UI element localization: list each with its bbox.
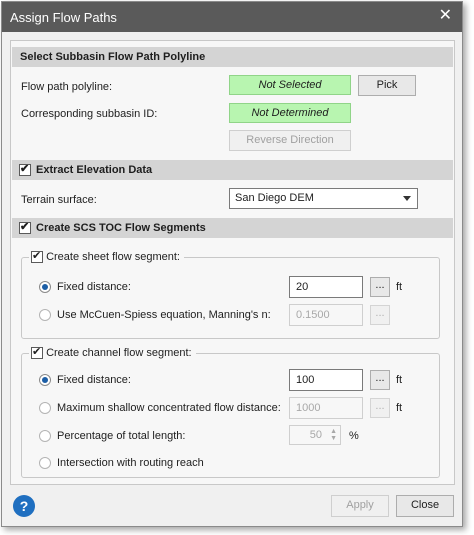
mccuen-spiess-radio[interactable] — [39, 309, 51, 321]
spin-up-icon[interactable]: ▲ — [330, 428, 337, 435]
sheet-fixed-browse-button[interactable]: ... — [370, 277, 390, 297]
channel-fixed-browse-button[interactable]: ... — [370, 370, 390, 390]
chevron-down-icon — [403, 196, 411, 201]
close-button[interactable]: Close — [396, 495, 454, 517]
subbasin-id-label: Corresponding subbasin ID: — [21, 108, 158, 120]
assign-flow-paths-dialog: Assign Flow Paths ✕ Select Subbasin Flow… — [1, 1, 463, 527]
intersection-routing-label: Intersection with routing reach — [57, 457, 204, 469]
max-shallow-flow-radio[interactable] — [39, 402, 51, 414]
create-scs-toc-checkbox[interactable] — [19, 220, 31, 234]
section-title: Create SCS TOC Flow Segments — [36, 222, 206, 234]
channel-flow-group-header: Create channel flow segment: — [29, 345, 196, 361]
section-title: Select Subbasin Flow Path Polyline — [20, 51, 206, 63]
close-icon[interactable]: ✕ — [439, 7, 452, 25]
extract-elevation-section-header: Extract Elevation Data — [12, 160, 453, 180]
sheet-fixed-unit: ft — [396, 281, 403, 293]
main-panel: Select Subbasin Flow Path Polyline Flow … — [10, 40, 455, 485]
percentage-length-label: Percentage of total length: — [57, 430, 186, 442]
section-title: Extract Elevation Data — [36, 164, 153, 176]
max-shallow-flow-label: Maximum shallow concentrated flow distan… — [57, 402, 281, 414]
mccuen-spiess-label: Use McCuen-Spiess equation, Manning's n: — [57, 309, 271, 321]
max-shallow-flow-browse-button[interactable]: ... — [370, 398, 390, 418]
max-shallow-flow-input[interactable]: 1000 — [289, 397, 363, 419]
select-subbasin-section-header: Select Subbasin Flow Path Polyline — [12, 47, 453, 67]
scs-toc-section-header: Create SCS TOC Flow Segments — [12, 218, 453, 238]
percentage-unit: % — [349, 430, 359, 442]
channel-fixed-distance-radio[interactable] — [39, 374, 51, 386]
sheet-flow-group-header: Create sheet flow segment: — [29, 249, 184, 265]
reverse-direction-button[interactable]: Reverse Direction — [229, 130, 351, 151]
terrain-surface-label: Terrain surface: — [21, 194, 97, 206]
mannings-n-input[interactable]: 0.1500 — [289, 304, 363, 326]
sheet-fixed-distance-input[interactable]: 20 — [289, 276, 363, 298]
channel-flow-checkbox[interactable] — [31, 345, 43, 360]
window-title: Assign Flow Paths — [10, 10, 117, 25]
sheet-flow-group — [21, 257, 440, 339]
percentage-spinner[interactable]: 50 ▲ ▼ — [289, 425, 341, 445]
subbasin-id-status: Not Determined — [229, 103, 351, 123]
channel-fixed-distance-label: Fixed distance: — [57, 374, 131, 386]
mannings-n-browse-button[interactable]: ... — [370, 305, 390, 325]
percentage-length-radio[interactable] — [39, 430, 51, 442]
pick-button[interactable]: Pick — [358, 75, 416, 96]
sheet-flow-label: Create sheet flow segment: — [46, 251, 180, 264]
spin-down-icon[interactable]: ▼ — [330, 435, 337, 442]
terrain-surface-value: San Diego DEM — [235, 192, 314, 204]
title-bar[interactable]: Assign Flow Paths ✕ — [2, 2, 462, 32]
intersection-routing-radio[interactable] — [39, 457, 51, 469]
extract-elevation-checkbox[interactable] — [19, 162, 31, 176]
apply-button[interactable]: Apply — [331, 495, 389, 517]
flow-path-status: Not Selected — [229, 75, 351, 95]
max-shallow-flow-unit: ft — [396, 402, 403, 414]
channel-fixed-unit: ft — [396, 374, 403, 386]
flow-path-polyline-label: Flow path polyline: — [21, 81, 113, 93]
percentage-value: 50 — [309, 429, 322, 441]
sheet-fixed-distance-label: Fixed distance: — [57, 281, 131, 293]
channel-flow-label: Create channel flow segment: — [46, 347, 192, 360]
help-icon[interactable]: ? — [13, 495, 35, 517]
channel-fixed-distance-input[interactable]: 100 — [289, 369, 363, 391]
terrain-surface-dropdown[interactable]: San Diego DEM — [229, 188, 418, 209]
sheet-fixed-distance-radio[interactable] — [39, 281, 51, 293]
sheet-flow-checkbox[interactable] — [31, 249, 43, 264]
